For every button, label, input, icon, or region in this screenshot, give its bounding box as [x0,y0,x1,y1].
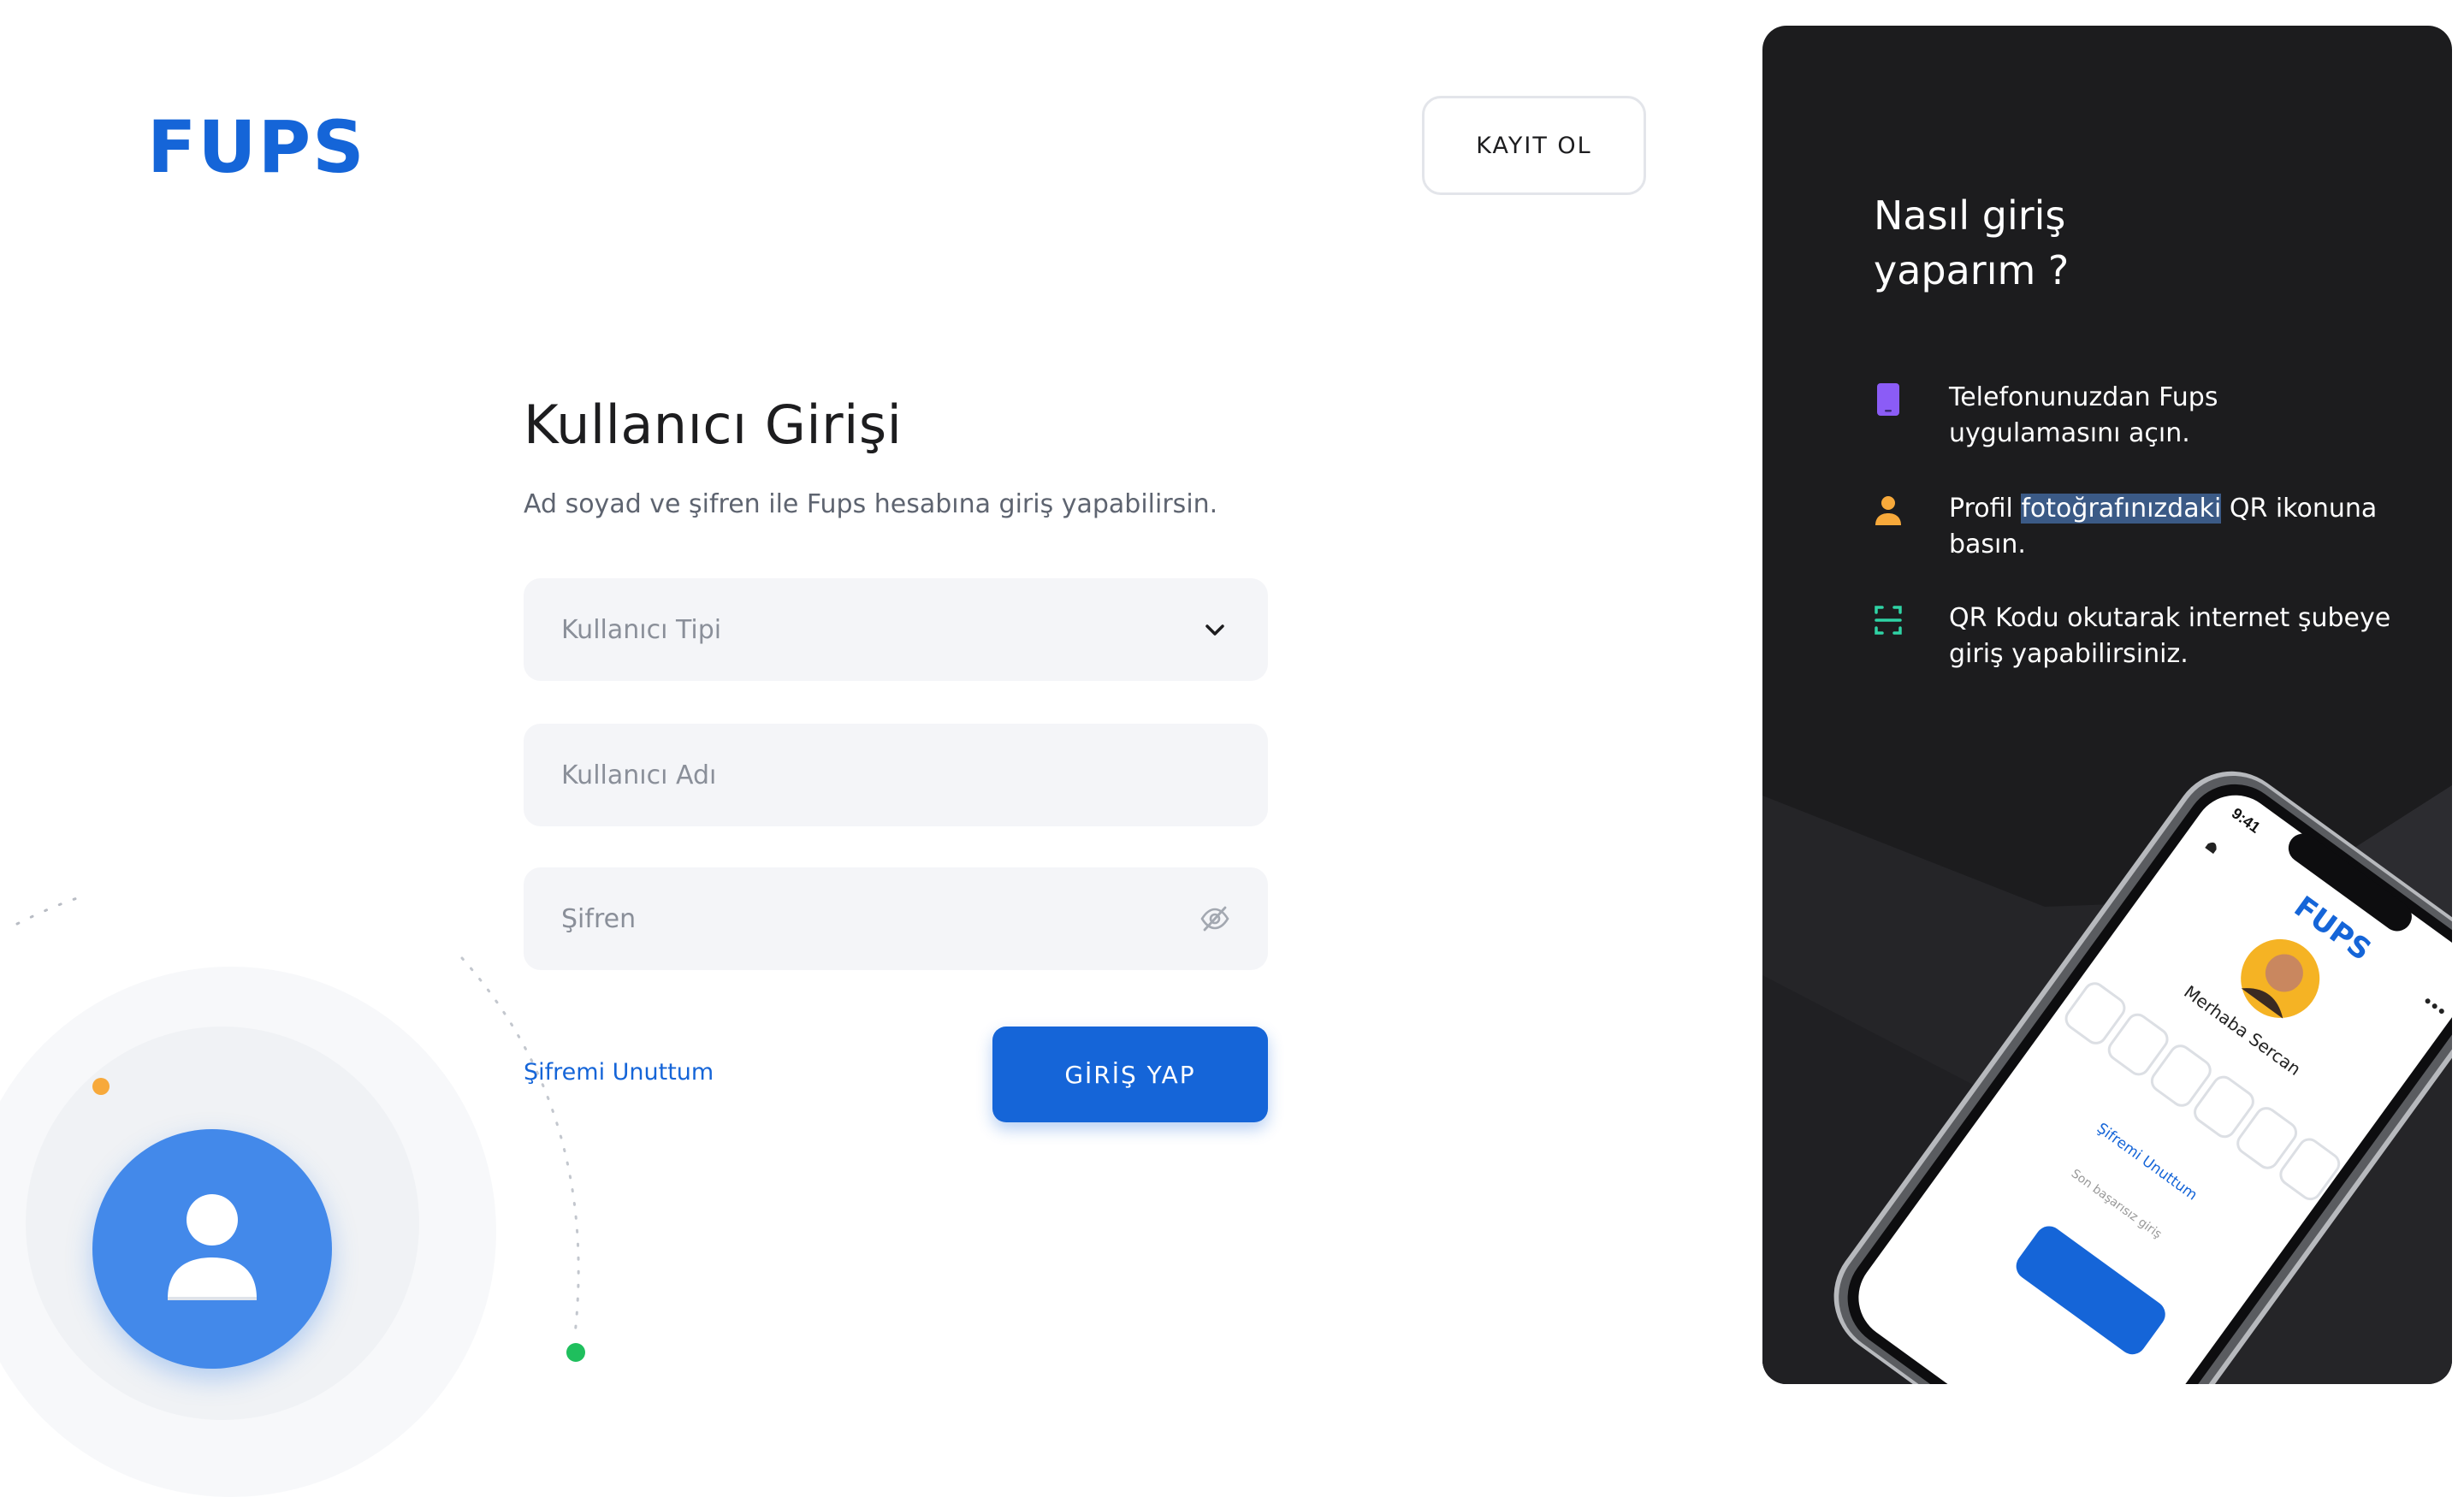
info-step-2-text: Profil fotoğrafınızdaki QR ikonuna basın… [1949,491,2394,563]
decorative-dot-orange [92,1078,110,1095]
info-step-1-text: Telefonunuzdan Fups uygulamasını açın. [1949,382,2218,448]
username-field-wrapper [524,724,1268,826]
eye-off-icon[interactable] [1199,903,1230,934]
fups-logo: FUPS [147,105,366,189]
login-button[interactable]: GİRİŞ YAP [992,1027,1268,1122]
login-subtitle: Ad soyad ve şifren ile Fups hesabına gir… [524,489,1218,519]
user-avatar-icon [168,1194,257,1300]
register-button[interactable]: KAYIT OL [1422,96,1646,195]
login-title: Kullanıcı Girişi [524,393,903,456]
decorative-dotted-arc [15,896,580,1336]
info-title: Nasıl giriş yaparım ? [1874,192,2070,293]
user-icon [1875,496,1901,525]
phone-icon [1877,383,1899,416]
qr-scan-icon [1875,606,1902,635]
info-step-3-text: QR Kodu okutarak internet şubeye giriş y… [1949,603,2391,669]
password-input[interactable] [561,867,1160,970]
avatar [92,1129,332,1369]
info-step-2-text-start: Profil [1949,494,2022,524]
chevron-down-icon[interactable] [1201,616,1229,643]
user-type-select-value: Kullanıcı Tipi [561,614,722,645]
info-panel: Nasıl giriş yaparım ? Telefonunuzdan Fup… [1762,26,2452,1384]
decorative-dot-green [566,1343,585,1362]
user-type-select[interactable]: Kullanıcı Tipi [524,578,1268,681]
info-step-2-text-highlight: fotoğrafınızdaki [2021,494,2222,524]
phone-mockup-illustration: 9:41 FUPS Merhaba Sercan Şifremi Unuttum… [1762,771,2452,1384]
username-input[interactable] [561,724,1160,826]
